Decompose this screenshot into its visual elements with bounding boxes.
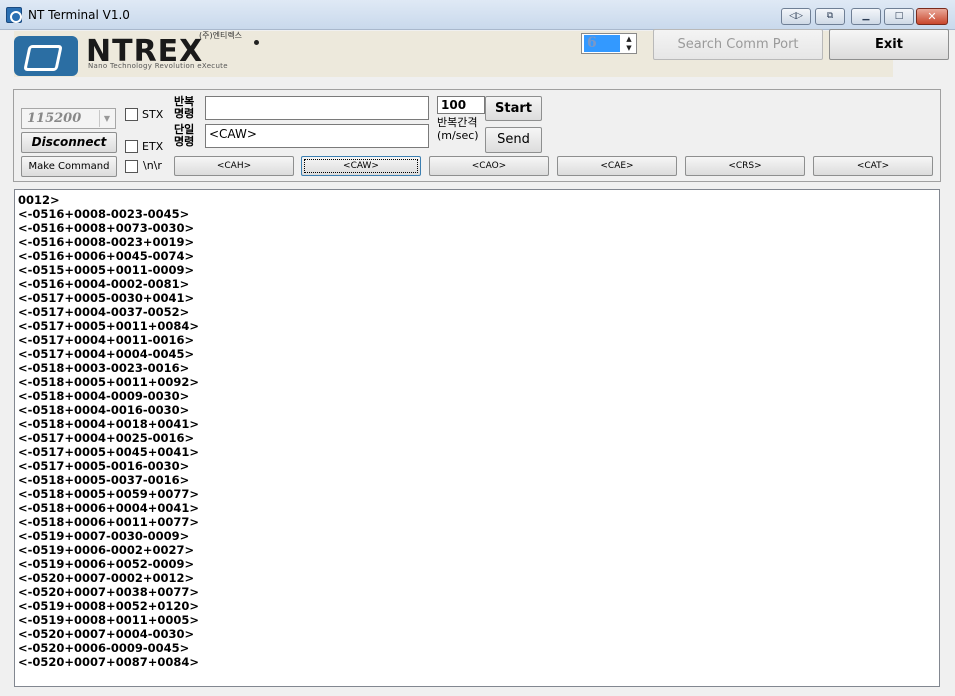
- output-line: <-0519+0008+0052+0120>: [18, 599, 199, 613]
- output-line: <-0516+0008-0023+0019>: [18, 235, 195, 249]
- output-line: <-0518+0004-0009-0030>: [18, 389, 190, 403]
- title-bar[interactable]: NT Terminal V1.0 ◁▷ ⧉ ▁ □ ✕: [0, 0, 955, 30]
- output-line: <-0519+0006-0002+0027>: [18, 543, 195, 557]
- output-line: <-0518+0005+0011+0092>: [18, 375, 199, 389]
- cmd-button-cae[interactable]: <CAE>: [557, 156, 677, 176]
- output-line: <-0518+0005-0037-0016>: [18, 473, 190, 487]
- cmd-button-cah[interactable]: <CAH>: [174, 156, 294, 176]
- output-line: <-0518+0005+0059+0077>: [18, 487, 199, 501]
- stx-checkbox[interactable]: [125, 108, 138, 121]
- port-spinner[interactable]: 6 ▲ ▼: [581, 33, 637, 54]
- output-line: <-0517+0005+0045+0041>: [18, 445, 199, 459]
- output-line: <-0518+0006+0004+0041>: [18, 501, 199, 515]
- window-title: NT Terminal V1.0: [28, 8, 130, 22]
- logo-tagline: Nano Technology Revolution eXecute: [88, 62, 228, 70]
- interval-label: 반복간격 (m/sec): [437, 116, 479, 142]
- newline-label: \n\r: [143, 159, 162, 172]
- etx-checkbox[interactable]: [125, 140, 138, 153]
- output-line: <-0518+0006+0011+0077>: [18, 515, 199, 529]
- port-value[interactable]: 6: [584, 35, 620, 52]
- output-line: <-0520+0007+0087+0084>: [18, 655, 199, 669]
- repeat-command-input[interactable]: [205, 96, 429, 120]
- output-line: <-0515+0005+0011-0009>: [18, 263, 195, 277]
- output-line: <-0520+0007-0002+0012>: [18, 571, 195, 585]
- output-line: <-0517+0004+0025-0016>: [18, 431, 195, 445]
- output-line: <-0516+0004-0002-0081>: [18, 277, 190, 291]
- stx-label: STX: [142, 108, 164, 121]
- cmd-button-cao[interactable]: <CAO>: [429, 156, 549, 176]
- output-line: <-0518+0003-0023-0016>: [18, 361, 190, 375]
- output-line: <-0519+0008+0011+0005>: [18, 613, 199, 627]
- logo-korean: (주)엔티렉스: [199, 31, 243, 40]
- single-command-input[interactable]: <CAW>: [205, 124, 429, 148]
- output-line: <-0516+0006+0045-0074>: [18, 249, 195, 263]
- logo-mark: [14, 36, 78, 76]
- repeat-command-label: 반복 명령: [174, 95, 195, 120]
- output-line: 0012>: [18, 193, 60, 207]
- output-textarea[interactable]: 0012> <-0516+0008-0023-0045> <-0516+0008+0…: [14, 189, 940, 687]
- output-line: <-0516+0008-0023-0045>: [18, 207, 190, 221]
- etx-label: ETX: [142, 140, 164, 153]
- output-line: <-0520+0007+0004-0030>: [18, 627, 195, 641]
- cmd-button-cat[interactable]: <CAT>: [813, 156, 933, 176]
- cmd-button-caw[interactable]: <CAW>: [301, 156, 421, 176]
- extra-icon-2[interactable]: ⧉: [815, 8, 845, 25]
- make-command-button[interactable]: Make Command: [21, 156, 117, 177]
- baud-select[interactable]: 115200 ▼: [21, 108, 116, 129]
- output-line: <-0517+0005-0030+0041>: [18, 291, 195, 305]
- close-icon[interactable]: ✕: [916, 8, 948, 25]
- output-line: <-0516+0008+0073-0030>: [18, 221, 195, 235]
- disconnect-button[interactable]: Disconnect: [21, 132, 117, 153]
- spin-down-icon[interactable]: ▼: [622, 44, 636, 53]
- search-comm-port-button[interactable]: Search Comm Port: [653, 29, 823, 60]
- start-button[interactable]: Start: [485, 96, 542, 121]
- output-line: <-0520+0006-0009-0045>: [18, 641, 190, 655]
- cmd-button-crs[interactable]: <CRS>: [685, 156, 805, 176]
- minimize-icon[interactable]: ▁: [851, 8, 881, 25]
- single-command-label: 단일 명령: [174, 123, 195, 148]
- send-button[interactable]: Send: [485, 127, 542, 153]
- output-line: <-0519+0007-0030-0009>: [18, 529, 190, 543]
- interval-input[interactable]: 100: [437, 96, 485, 114]
- extra-icon-1[interactable]: ◁▷: [781, 8, 811, 25]
- spin-up-icon[interactable]: ▲: [622, 35, 636, 44]
- maximize-icon[interactable]: □: [884, 8, 914, 25]
- baud-value: 115200: [27, 111, 82, 126]
- output-line: <-0519+0006+0052-0009>: [18, 557, 195, 571]
- output-line: <-0518+0004-0016-0030>: [18, 403, 190, 417]
- output-text: 0012> <-0516+0008-0023-0045> <-0516+0008+0…: [18, 193, 199, 669]
- output-line: <-0517+0005+0011+0084>: [18, 319, 199, 333]
- output-line: <-0517+0005-0016-0030>: [18, 459, 190, 473]
- app-icon: [6, 7, 22, 23]
- output-line: <-0520+0007+0038+0077>: [18, 585, 199, 599]
- chevron-down-icon[interactable]: ▼: [99, 110, 114, 127]
- output-line: <-0517+0004+0004-0045>: [18, 347, 195, 361]
- exit-button[interactable]: Exit: [829, 29, 949, 60]
- logo-dot: [254, 40, 259, 45]
- newline-checkbox[interactable]: [125, 160, 138, 173]
- output-line: <-0518+0004+0018+0041>: [18, 417, 199, 431]
- output-line: <-0517+0004-0037-0052>: [18, 305, 190, 319]
- output-line: <-0517+0004+0011-0016>: [18, 333, 195, 347]
